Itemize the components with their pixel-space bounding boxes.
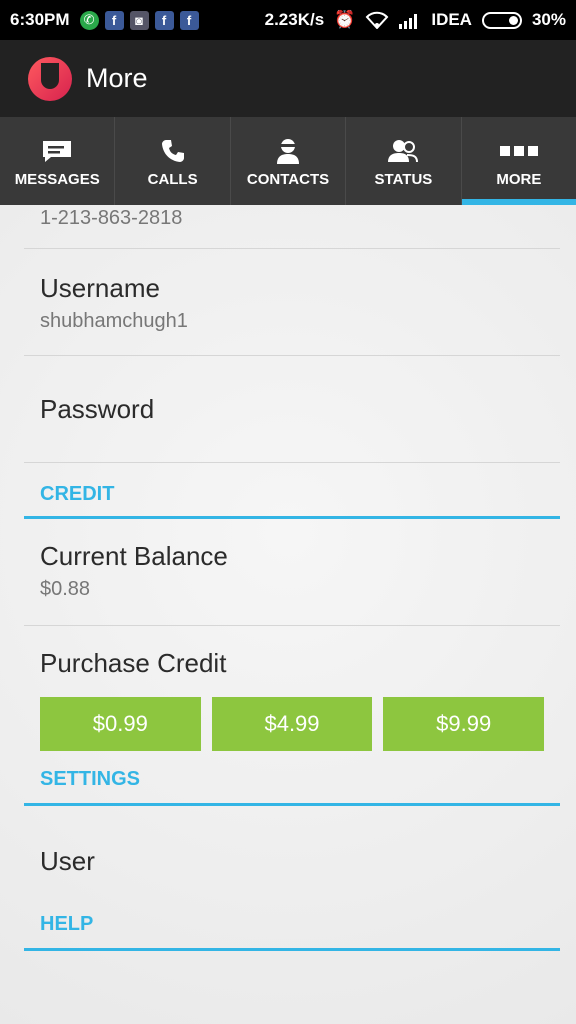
user-settings-row[interactable]: User — [0, 806, 576, 913]
facebook-icon: f — [154, 10, 174, 30]
more-icon — [499, 145, 538, 156]
app-icon: ◙ — [129, 10, 149, 30]
purchase-credit-block: Purchase Credit $0.99 $4.99 $9.99 — [0, 626, 576, 768]
whatsapp-icon: ✆ — [79, 10, 99, 30]
phone-number-row[interactable]: 1-213-863-2818 — [24, 205, 560, 249]
balance-label: Current Balance — [40, 541, 228, 571]
tab-label: MESSAGES — [14, 170, 100, 188]
wifi-icon — [365, 11, 389, 29]
password-row[interactable]: Password — [24, 356, 560, 463]
credit-section-header: CREDIT — [24, 463, 560, 519]
battery-level: 30% — [531, 10, 566, 29]
purchase-label: Purchase Credit — [40, 648, 227, 678]
username-label: Username — [40, 273, 160, 303]
notification-icons: ✆ f ◙ f f — [79, 10, 199, 30]
tab-bar: MESSAGES CALLS CONTACTS STATUS MORE — [0, 117, 576, 205]
tab-label: STATUS — [374, 170, 433, 188]
section-title: HELP — [40, 913, 94, 935]
battery-icon — [481, 11, 522, 29]
username-value: shubhamchugh1 — [40, 310, 188, 332]
tab-messages[interactable]: MESSAGES — [0, 117, 116, 205]
status-icon — [388, 139, 419, 162]
message-icon — [43, 140, 72, 162]
page-title: More — [86, 63, 148, 93]
user-label: User — [40, 846, 95, 876]
contact-icon — [277, 138, 300, 164]
purchase-options: $0.99 $4.99 $9.99 — [0, 697, 576, 751]
tab-calls[interactable]: CALLS — [115, 117, 231, 205]
signal-icon — [399, 13, 418, 29]
app-logo-icon[interactable] — [28, 56, 72, 101]
status-time: 6:30PM — [10, 10, 70, 29]
network-speed: 2.23K/s — [264, 10, 325, 29]
phone-number-value: 1-213-863-2818 — [40, 207, 183, 229]
section-title: CREDIT — [40, 483, 115, 505]
status-bar: 6:30PM ✆ f ◙ f f 2.23K/s ⏰ IDEA 30% — [0, 0, 576, 40]
buy-099-button[interactable]: $0.99 — [40, 697, 201, 751]
help-section-header: HELP — [24, 913, 560, 951]
more-content[interactable]: 1-213-863-2818 Username shubhamchugh1 Pa… — [0, 205, 576, 1024]
tab-status[interactable]: STATUS — [346, 117, 462, 205]
tab-label: CALLS — [147, 170, 198, 188]
app-bar: More — [0, 40, 576, 117]
tab-label: CONTACTS — [246, 170, 330, 188]
facebook-icon: f — [179, 10, 199, 30]
password-label: Password — [40, 394, 155, 424]
carrier-name: IDEA — [431, 10, 472, 29]
facebook-icon: f — [104, 10, 124, 30]
balance-value: $0.88 — [40, 578, 91, 600]
phone-icon — [161, 139, 184, 162]
current-balance-row[interactable]: Current Balance $0.88 — [24, 519, 560, 626]
buy-999-button[interactable]: $9.99 — [383, 697, 545, 751]
tab-label: MORE — [496, 170, 542, 188]
section-title: SETTINGS — [40, 768, 141, 790]
tab-contacts[interactable]: CONTACTS — [231, 117, 347, 205]
alarm-icon: ⏰ — [334, 10, 356, 29]
buy-499-button[interactable]: $4.99 — [211, 697, 373, 751]
settings-section-header: SETTINGS — [24, 768, 560, 806]
tab-more[interactable]: MORE — [461, 117, 576, 205]
username-row[interactable]: Username shubhamchugh1 — [24, 249, 560, 356]
